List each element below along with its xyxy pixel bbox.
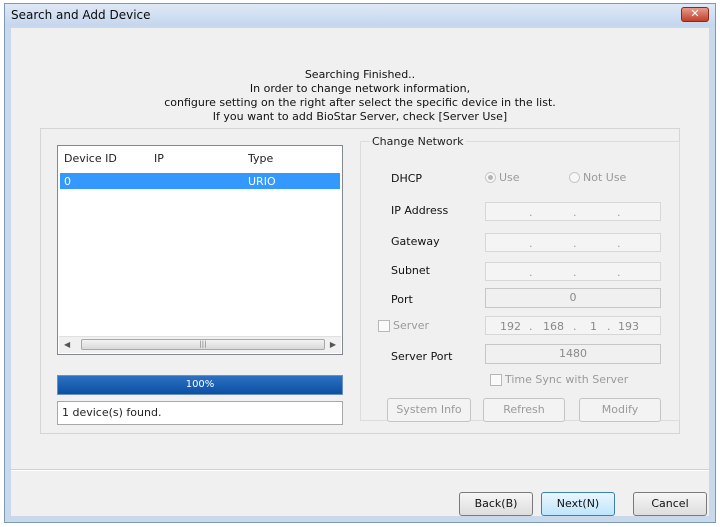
gateway-label: Gateway [391,235,440,248]
device-list-header: Device ID IP Type [58,146,342,168]
message-line-2: In order to change network information, [249,82,471,95]
port-value: 0 [569,291,577,304]
dhcp-label: DHCP [391,172,423,185]
back-button[interactable]: Back(B) [459,492,533,516]
cancel-label: Cancel [651,497,689,510]
dialog-client: Searching Finished.. In order to change … [11,28,709,516]
dialog-window: Search and Add Device Searching Finished… [4,3,716,523]
subnet-field[interactable]: ... [485,262,661,281]
dhcp-use-radio[interactable] [485,172,496,183]
message-line-1: Searching Finished.. [304,68,416,81]
server-ip-octet-1: 192 [500,320,521,333]
subnet-label: Subnet [391,264,430,277]
next-button[interactable]: Next(N) [541,492,615,516]
progress-label: 100% [185,379,215,390]
scrollbar-thumb[interactable]: ||| [81,339,325,350]
modify-label: Modify [601,403,639,416]
dhcp-not-use-radio[interactable] [569,172,580,183]
column-device-id[interactable]: Device ID [64,152,117,165]
next-label: Next(N) [556,497,600,510]
dhcp-not-use-label[interactable]: Not Use [583,171,626,184]
server-ip-octet-3: 1 [590,320,597,333]
title-bar[interactable]: Search and Add Device [5,4,715,26]
back-label: Back(B) [474,497,518,510]
system-info-label: System Info [396,403,462,416]
progress-bar: 100% [57,375,343,395]
column-type[interactable]: Type [248,152,273,165]
time-sync-checkbox[interactable] [490,374,502,386]
server-checkbox[interactable] [378,320,390,332]
system-info-button[interactable]: System Info [387,398,471,422]
arrow-right-icon[interactable]: ▶ [330,340,336,349]
status-text: 1 device(s) found. [62,406,162,419]
server-ip-octet-2: 168 [543,320,564,333]
ip-address-field[interactable]: ... [485,202,661,221]
window-title: Search and Add Device [11,8,151,22]
port-field[interactable]: 0 [485,288,661,308]
server-port-value: 1480 [559,347,587,360]
column-ip[interactable]: IP [154,152,164,165]
refresh-button[interactable]: Refresh [483,398,565,422]
modify-button[interactable]: Modify [579,398,661,422]
dhcp-use-label[interactable]: Use [499,171,520,184]
message-line-3: configure setting on the right after sel… [164,96,556,109]
cell-device-id: 0 [64,175,71,188]
server-ip-field[interactable]: 192 . 168 . 1 . 193 [485,316,661,335]
server-port-field[interactable]: 1480 [485,344,661,364]
time-sync-label[interactable]: Time Sync with Server [505,373,628,386]
horizontal-scrollbar[interactable]: ◀ ||| ▶ [59,336,341,353]
ip-address-label: IP Address [391,204,449,217]
cell-type: URIO [248,175,276,188]
server-port-label: Server Port [391,350,453,363]
status-box: 1 device(s) found. [57,401,343,425]
message-line-4: If you want to add BioStar Server, check… [212,110,508,123]
footer-separator [11,469,709,471]
arrow-left-icon[interactable]: ◀ [64,340,70,349]
cancel-button[interactable]: Cancel [633,492,707,516]
server-ip-octet-4: 193 [618,320,639,333]
refresh-label: Refresh [503,403,545,416]
close-icon[interactable] [681,7,709,22]
grip-icon: ||| [199,340,207,348]
port-label: Port [391,293,413,306]
gateway-field[interactable]: ... [485,233,661,252]
device-list[interactable]: Device ID IP Type 0 URIO ◀ ||| ▶ [57,145,343,355]
change-network-title: Change Network [370,135,466,148]
table-row[interactable]: 0 URIO [60,173,340,189]
server-label[interactable]: Server [393,319,429,332]
